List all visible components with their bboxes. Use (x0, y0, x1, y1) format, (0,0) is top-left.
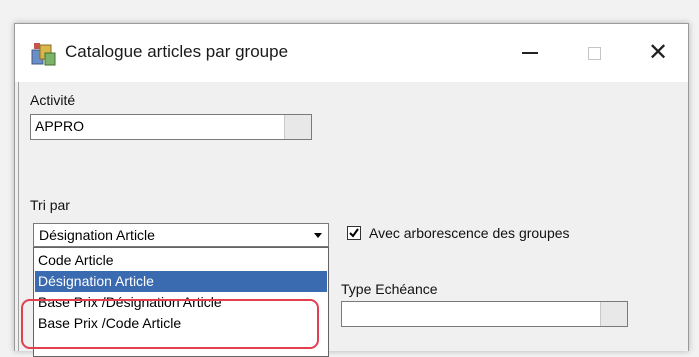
tri-par-select[interactable]: Désignation Article (33, 223, 329, 247)
maximize-button[interactable] (565, 24, 623, 82)
checkmark-icon (349, 228, 359, 238)
chevron-down-icon (314, 232, 322, 238)
title-bar[interactable]: Catalogue articles par groupe ✕ (15, 24, 688, 82)
type-echeance-field[interactable] (341, 301, 628, 327)
tri-par-selected: Désignation Article (39, 227, 155, 243)
catalogue-app-icon (31, 43, 56, 66)
close-button[interactable]: ✕ (629, 24, 687, 82)
arborescence-label: Avec arborescence des groupes (369, 225, 570, 241)
minimize-icon (522, 52, 538, 54)
catalogue-window: Catalogue articles par groupe ✕ Activité… (14, 23, 689, 357)
activite-lookup-button[interactable] (284, 115, 311, 139)
type-echeance-label: Type Echéance (341, 281, 438, 297)
highlight-annotation (21, 299, 319, 349)
type-echeance-lookup-button[interactable] (600, 302, 627, 326)
dropdown-button[interactable] (309, 225, 327, 245)
activite-label: Activité (30, 92, 76, 108)
window-title: Catalogue articles par groupe (65, 42, 289, 61)
activite-value: APPRO (35, 118, 85, 134)
arborescence-checkbox[interactable] (347, 226, 361, 240)
option-designation-article[interactable]: Désignation Article (35, 271, 327, 292)
option-code-article[interactable]: Code Article (35, 250, 327, 271)
close-icon: ✕ (647, 39, 669, 66)
form-content: Activité APPRO Tri par Désignation Artic… (18, 82, 688, 357)
activite-field[interactable]: APPRO (30, 114, 312, 140)
tri-par-label: Tri par (30, 197, 70, 213)
minimize-button[interactable] (501, 24, 559, 82)
maximize-icon (587, 46, 601, 60)
